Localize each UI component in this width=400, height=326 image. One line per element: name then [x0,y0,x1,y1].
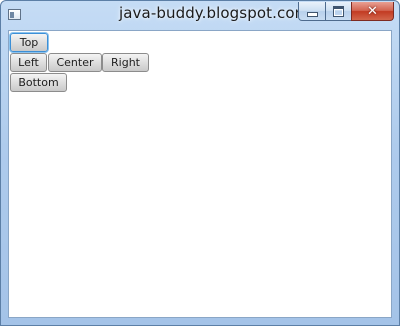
border-pane: Top Left Center Right Bottom [8,30,392,318]
window-title: java-buddy.blogspot.com: [119,4,315,22]
left-button[interactable]: Left [10,53,47,72]
title-bar[interactable]: java-buddy.blogspot.com: ✕ [1,1,399,31]
center-button[interactable]: Center [48,53,102,72]
bottom-button[interactable]: Bottom [10,73,67,92]
maximize-icon [333,5,344,17]
app-window-icon[interactable] [8,9,21,20]
close-icon: ✕ [367,3,378,19]
right-button[interactable]: Right [102,53,149,72]
top-button[interactable]: Top [10,33,48,52]
caption-buttons: ✕ [298,2,394,21]
minimize-button[interactable] [298,2,325,21]
close-button[interactable]: ✕ [351,2,394,21]
maximize-button[interactable] [325,2,351,21]
minimize-icon [306,11,318,17]
application-window: java-buddy.blogspot.com: ✕ Top Left Cent… [0,0,400,326]
